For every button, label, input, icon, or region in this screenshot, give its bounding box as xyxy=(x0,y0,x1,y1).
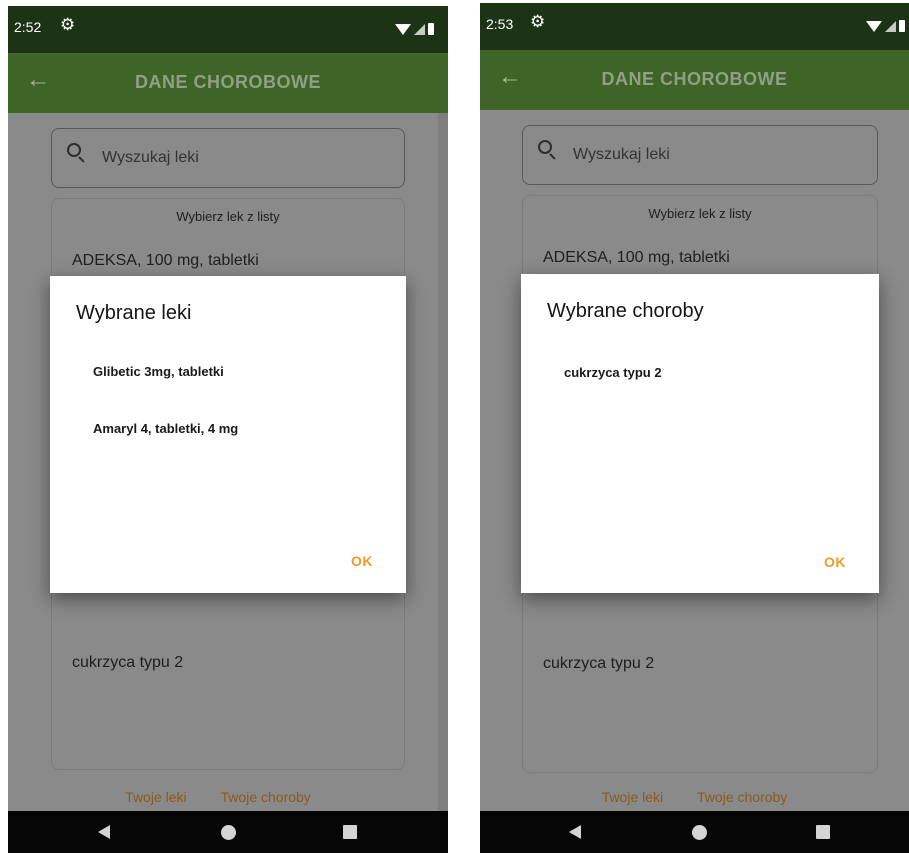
status-icons xyxy=(395,21,434,37)
status-bar: 2:52 ⚙ xyxy=(8,6,448,53)
status-icons xyxy=(866,18,905,34)
signal-icon xyxy=(885,20,896,32)
list-item[interactable]: ADEKSA, 100 mg, tabletki xyxy=(72,252,259,270)
list-header: Wybierz lek z listy xyxy=(176,209,280,224)
battery-icon xyxy=(899,20,905,32)
page-title: DANE CHOROBOWE xyxy=(135,72,321,92)
nav-back-icon[interactable] xyxy=(569,825,581,839)
gear-icon: ⚙ xyxy=(60,15,76,34)
list-item[interactable]: cukrzyca typu 2 xyxy=(543,655,654,673)
app-bar: ← DANE CHOROBOWE xyxy=(480,50,909,110)
tab-your-medicines[interactable]: Twoje leki xyxy=(602,789,663,805)
navigation-bar xyxy=(8,811,448,853)
wifi-icon xyxy=(395,23,411,35)
nav-back-icon[interactable] xyxy=(98,825,110,839)
phone-screen-left: 2:52 ⚙ ← DANE CHOROBOWE Wyszukaj leki Wy… xyxy=(8,6,448,853)
tab-your-medicines[interactable]: Twoje leki xyxy=(125,789,186,805)
search-input[interactable]: Wyszukaj leki xyxy=(51,128,405,188)
list-item[interactable]: cukrzyca typu 2 xyxy=(72,654,183,672)
tab-row: Twoje leki Twoje choroby xyxy=(480,789,909,805)
dialog-item: cukrzyca typu 2 xyxy=(564,365,662,380)
tab-your-diseases[interactable]: Twoje choroby xyxy=(221,789,311,805)
nav-recents-icon[interactable] xyxy=(343,825,357,839)
page-title: DANE CHOROBOWE xyxy=(601,69,788,89)
nav-home-icon[interactable] xyxy=(221,825,236,840)
search-icon xyxy=(67,143,81,157)
dialog-item: Amaryl 4, tabletki, 4 mg xyxy=(93,421,239,436)
battery-icon xyxy=(428,23,434,35)
list-item[interactable]: ADEKSA, 100 mg, tabletki xyxy=(543,249,730,267)
ok-button[interactable]: OK xyxy=(824,554,846,570)
selected-medicines-dialog: Wybrane leki Glibetic 3mg, tabletki Amar… xyxy=(50,276,406,593)
search-placeholder: Wyszukaj leki xyxy=(573,146,670,163)
status-time: 2:53 xyxy=(486,16,514,32)
nav-home-icon[interactable] xyxy=(692,825,707,840)
status-time: 2:52 xyxy=(14,19,42,35)
search-placeholder: Wyszukaj leki xyxy=(102,149,199,166)
search-input[interactable]: Wyszukaj leki xyxy=(522,125,878,185)
selected-diseases-dialog: Wybrane choroby cukrzyca typu 2 OK xyxy=(521,274,879,593)
wifi-icon xyxy=(866,20,882,32)
nav-recents-icon[interactable] xyxy=(816,825,830,839)
ok-button[interactable]: OK xyxy=(351,553,373,569)
tab-your-diseases[interactable]: Twoje choroby xyxy=(697,789,787,805)
dialog-title: Wybrane choroby xyxy=(547,300,704,322)
phone-screen-right: 2:53 ⚙ ← DANE CHOROBOWE Wyszukaj leki Wy… xyxy=(480,3,909,853)
dialog-title: Wybrane leki xyxy=(76,302,192,324)
tab-row: Twoje leki Twoje choroby xyxy=(8,789,428,805)
app-bar: ← DANE CHOROBOWE xyxy=(8,53,448,113)
search-icon xyxy=(538,140,552,154)
navigation-bar xyxy=(480,811,909,853)
dialog-item: Glibetic 3mg, tabletki xyxy=(93,364,224,379)
status-bar: 2:53 ⚙ xyxy=(480,3,909,50)
signal-icon xyxy=(414,23,425,35)
gear-icon: ⚙ xyxy=(530,12,546,31)
list-header: Wybierz lek z listy xyxy=(648,206,752,221)
